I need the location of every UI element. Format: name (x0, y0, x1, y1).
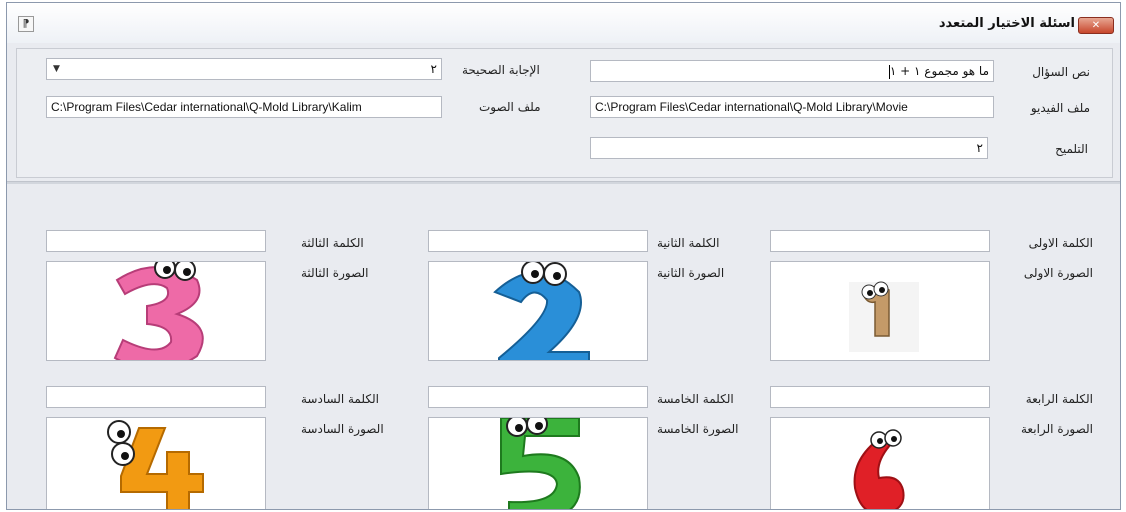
dialog-window: ⁋ اسئلة الاختيار المتعدد ✕ نص السؤال ما … (6, 2, 1121, 510)
word-label-6: الكلمة السادسة (301, 392, 379, 406)
correct-answer-label: الإجابة الصحيحة (462, 63, 540, 77)
word-label-4: الكلمة الرابعة (1025, 392, 1093, 406)
word-input-4[interactable] (770, 386, 990, 408)
hint-label: التلميح (1055, 142, 1088, 156)
video-file-label: ملف الفيديو (1030, 101, 1090, 115)
image-box-4[interactable] (770, 417, 990, 509)
image-box-2[interactable] (428, 261, 648, 361)
video-file-input[interactable]: C:\Program Files\Cedar international\Q-M… (590, 96, 994, 118)
close-button[interactable]: ✕ (1078, 17, 1114, 34)
word-label-3: الكلمة الثالثة (301, 236, 364, 250)
number-one-icon (849, 281, 919, 352)
image-label-5: الصورة الخامسة (657, 422, 739, 436)
section-divider (7, 181, 1120, 184)
chevron-down-icon[interactable]: ▼ (53, 59, 60, 79)
image-label-6: الصورة السادسة (301, 422, 384, 436)
image-label-2: الصورة الثانية (657, 266, 725, 280)
image-box-3[interactable] (46, 261, 266, 361)
word-input-3[interactable] (46, 230, 266, 252)
image-box-6[interactable] (46, 417, 266, 509)
image-box-1[interactable] (770, 261, 990, 361)
word-input-1[interactable] (770, 230, 990, 252)
number-three-icon (113, 262, 204, 360)
word-label-1: الكلمة الاولى (1028, 236, 1093, 250)
system-menu-icon[interactable]: ⁋ (18, 16, 34, 32)
number-four-icon (107, 420, 204, 509)
title-bar: ⁋ اسئلة الاختيار المتعدد ✕ (7, 3, 1120, 43)
word-input-6[interactable] (46, 386, 266, 408)
correct-answer-select[interactable]: ٢ ▼ (46, 58, 442, 80)
question-text-input[interactable]: ما هو مجموع ١ + ١ (590, 60, 994, 82)
word-label-2: الكلمة الثانية (657, 236, 720, 250)
image-box-5[interactable] (428, 417, 648, 509)
image-label-3: الصورة الثالثة (301, 266, 369, 280)
word-label-5: الكلمة الخامسة (657, 392, 734, 406)
word-input-5[interactable] (428, 386, 648, 408)
word-input-2[interactable] (428, 230, 648, 252)
hint-input[interactable]: ٢ (590, 137, 988, 159)
audio-file-input[interactable]: C:\Program Files\Cedar international\Q-M… (46, 96, 442, 118)
window-title: اسئلة الاختيار المتعدد (938, 16, 1075, 31)
number-five-icon (500, 418, 581, 509)
correct-answer-value: ٢ (430, 62, 437, 76)
question-text-label: نص السؤال (1032, 65, 1090, 79)
image-label-4: الصورة الرابعة (1021, 422, 1093, 436)
number-two-icon (493, 262, 590, 360)
number-six-icon (853, 429, 905, 509)
audio-file-label: ملف الصوت (479, 100, 541, 114)
image-label-1: الصورة الاولى (1023, 266, 1093, 280)
